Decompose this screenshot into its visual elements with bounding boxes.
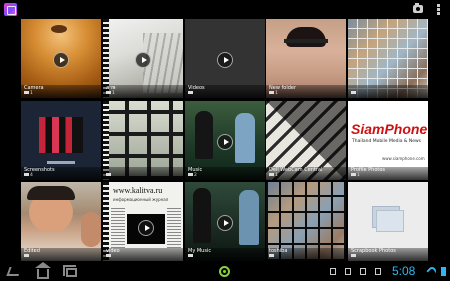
play-icon [53, 52, 69, 68]
album-count: 4 [30, 173, 33, 178]
album-tile[interactable]: New folder 1 [266, 19, 346, 98]
play-icon [217, 134, 233, 150]
siamphone-logo: SiamPhone [351, 121, 428, 137]
album-tile[interactable]: Screenshots 4 [21, 101, 101, 180]
system-bar: 5:08 [0, 262, 450, 281]
back-icon[interactable] [6, 267, 22, 276]
folder-icon [188, 91, 193, 94]
folder-icon [106, 91, 111, 94]
album-count: 1 [357, 173, 360, 178]
notification-icon[interactable] [375, 268, 381, 275]
battery-icon [441, 267, 446, 276]
album-count: 2 [194, 173, 197, 178]
gallery-icon[interactable] [4, 3, 17, 16]
play-icon [217, 52, 233, 68]
album-tile[interactable]: SiamPhone Thailand Mobile Media & News w… [348, 101, 428, 180]
notification-icon[interactable] [360, 268, 366, 275]
album-tile[interactable]: Scrapbook Photos [348, 182, 428, 261]
launcher-icon[interactable] [219, 266, 230, 277]
album-grid: Camera 1 ภาพ 1 Videos New folder 1 Scree… [0, 19, 450, 262]
camera-icon[interactable] [413, 3, 423, 13]
album-tile[interactable]: My Music [185, 182, 265, 261]
album-label: Scrapbook Photos [351, 248, 396, 254]
album-tile[interactable]: www.kalitva.ru информационный журнал vid… [103, 182, 183, 261]
kalitva-tagline: информационный журнал [113, 197, 169, 202]
album-tile[interactable]: Dell WebCam Central 1 [266, 101, 346, 180]
status-clock[interactable]: 5:08 [392, 264, 415, 278]
siamphone-tagline: Thailand Mobile Media & News [352, 139, 421, 144]
album-tile[interactable] [103, 101, 183, 180]
folder-icon [351, 254, 356, 257]
folder-icon [24, 173, 29, 176]
recent-apps-icon[interactable] [63, 265, 77, 277]
folder-icon [351, 173, 356, 176]
folder-icon [24, 91, 29, 94]
folder-icon [351, 91, 356, 94]
folder-icon [269, 173, 274, 176]
overflow-menu-icon[interactable] [437, 4, 440, 15]
album-tile[interactable]: toshiba [266, 182, 346, 261]
album-tile[interactable]: Videos [185, 19, 265, 98]
notification-icon[interactable] [345, 268, 351, 275]
folder-icon [188, 254, 193, 257]
album-tile[interactable]: Edited [21, 182, 101, 261]
notification-icon[interactable] [330, 268, 336, 275]
play-icon [217, 215, 233, 231]
wifi-icon [426, 265, 438, 277]
album-tile[interactable]: Camera 1 [21, 19, 101, 98]
play-icon [138, 220, 154, 236]
play-icon [135, 52, 151, 68]
action-bar [0, 0, 450, 19]
kalitva-site: www.kalitva.ru [113, 186, 163, 195]
home-icon[interactable] [35, 262, 51, 279]
album-count: 1 [275, 173, 278, 178]
folder-icon [269, 91, 274, 94]
album-count: 1 [30, 91, 33, 96]
folder-icon [269, 254, 274, 257]
album-count: 1 [275, 91, 278, 96]
siamphone-site: www.siamphone.com [382, 156, 425, 161]
folder-icon [24, 254, 29, 257]
folder-icon [188, 173, 193, 176]
album-tile[interactable]: Music 2 [185, 101, 265, 180]
album-tile[interactable] [348, 19, 428, 98]
album-count: 1 [112, 91, 115, 96]
folder-icon [106, 173, 111, 176]
folder-icon [106, 254, 111, 257]
album-tile[interactable]: ภาพ 1 [103, 19, 183, 98]
